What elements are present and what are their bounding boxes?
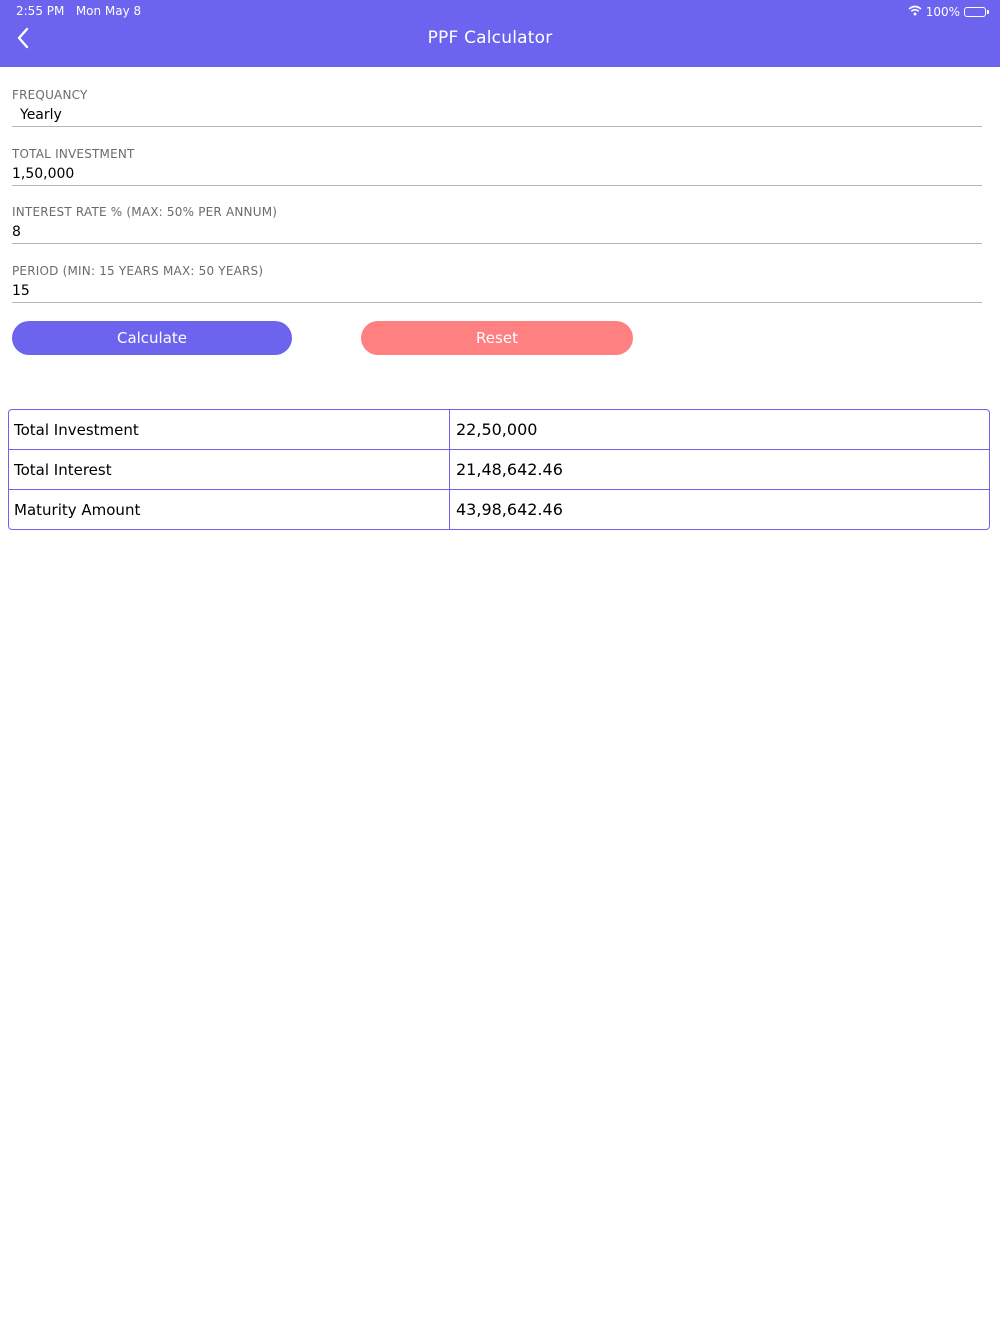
- battery-icon: [964, 7, 989, 17]
- table-row: Total Interest 21,48,642.46: [9, 450, 989, 490]
- wifi-icon: [908, 5, 922, 19]
- interest-rate-input[interactable]: 8: [12, 221, 982, 243]
- status-time: 2:55 PM: [16, 4, 65, 18]
- status-time-date: 2:55 PM Mon May 8: [16, 4, 141, 18]
- result-value: 43,98,642.46: [456, 500, 563, 519]
- table-row: Maturity Amount 43,98,642.46: [9, 490, 989, 529]
- status-date: Mon May 8: [75, 4, 142, 18]
- result-label: Total Interest: [9, 450, 450, 489]
- nav-header: 2:55 PM Mon May 8 100% PPF Calculator: [0, 0, 1000, 67]
- total-investment-input[interactable]: 1,50,000: [12, 163, 982, 185]
- reset-button[interactable]: Reset: [361, 321, 633, 355]
- period-input[interactable]: 15: [12, 280, 982, 302]
- results-table: Total Investment 22,50,000 Total Interes…: [8, 409, 990, 530]
- table-row: Total Investment 22,50,000: [9, 410, 989, 450]
- total-investment-label: TOTAL INVESTMENT: [12, 147, 135, 161]
- calculate-button[interactable]: Calculate: [12, 321, 292, 355]
- frequency-select[interactable]: Yearly: [12, 104, 982, 126]
- total-investment-field[interactable]: TOTAL INVESTMENT 1,50,000: [12, 145, 982, 186]
- period-label: PERIOD (MIN: 15 YEARS MAX: 50 YEARS): [12, 264, 264, 278]
- result-value: 21,48,642.46: [456, 460, 563, 479]
- battery-percent: 100%: [925, 5, 960, 19]
- result-label: Maturity Amount: [9, 490, 450, 529]
- interest-rate-label: INTEREST RATE % (MAX: 50% PER ANNUM): [12, 205, 278, 219]
- result-value: 22,50,000: [456, 420, 538, 439]
- frequency-label: FREQUANCY: [12, 88, 88, 102]
- status-indicators: 100%: [908, 4, 989, 20]
- period-field[interactable]: PERIOD (MIN: 15 YEARS MAX: 50 YEARS) 15: [12, 262, 982, 303]
- frequency-field[interactable]: FREQUANCY Yearly: [12, 86, 982, 127]
- interest-rate-field[interactable]: INTEREST RATE % (MAX: 50% PER ANNUM) 8: [12, 203, 982, 244]
- result-label: Total Investment: [9, 410, 450, 449]
- page-title: PPF Calculator: [427, 28, 553, 48]
